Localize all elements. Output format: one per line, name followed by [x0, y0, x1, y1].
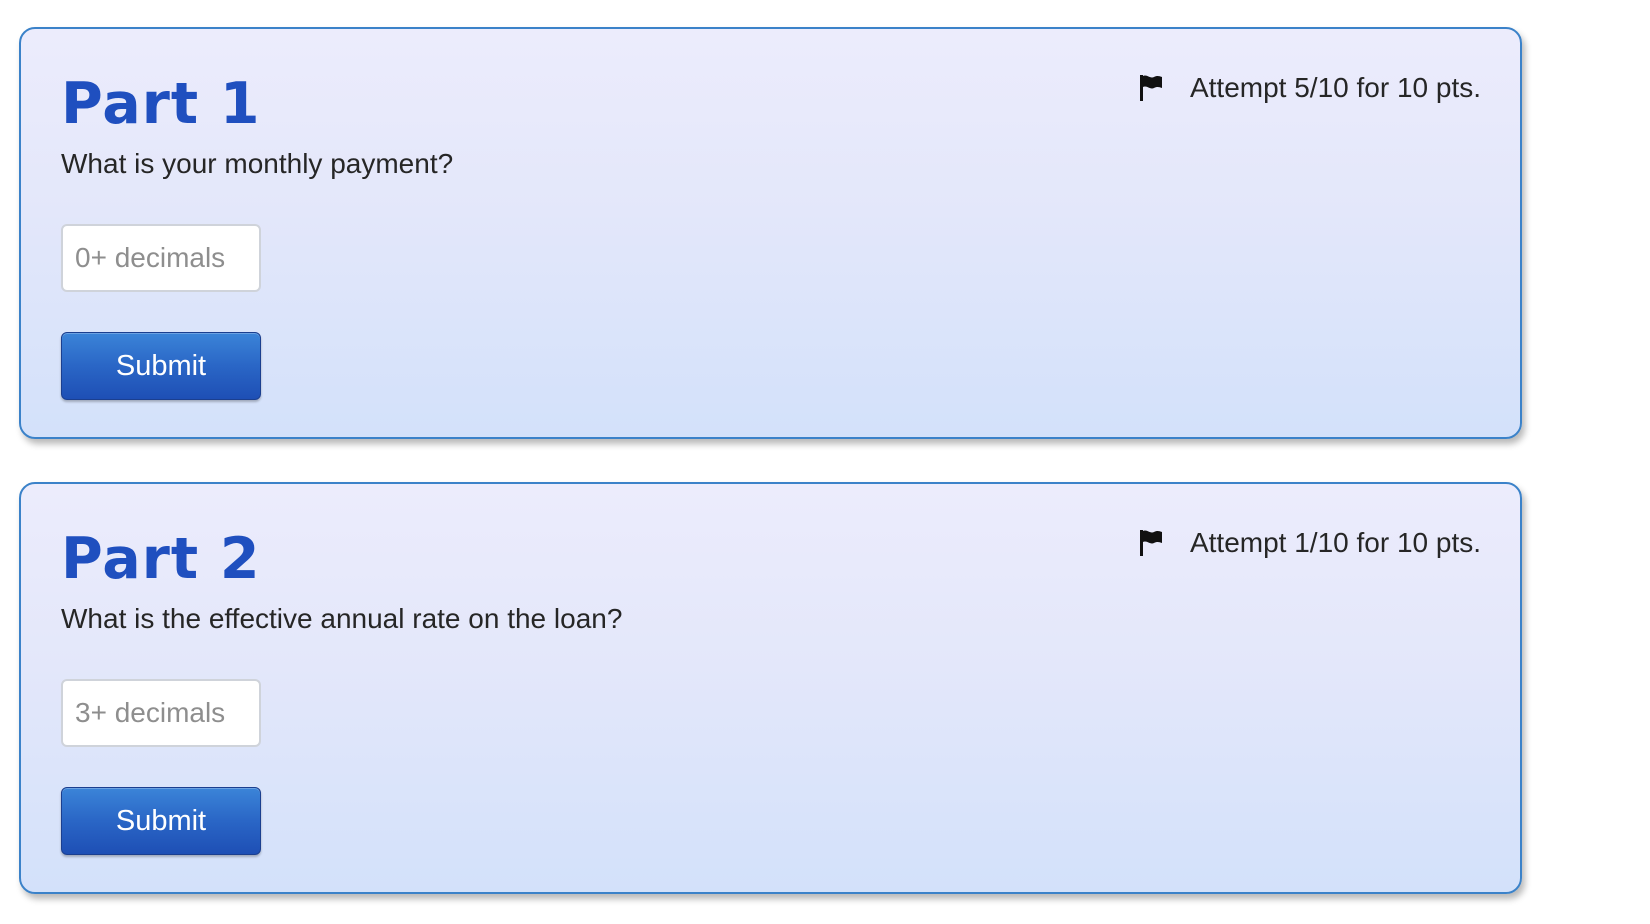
- flag-icon[interactable]: [1138, 73, 1164, 103]
- part-2-card: Part 2 Attempt 1/10 for 10 pts. What is …: [19, 482, 1522, 894]
- flag-icon[interactable]: [1138, 528, 1164, 558]
- part-1-attempt-text: Attempt 5/10 for 10 pts.: [1189, 72, 1481, 103]
- part-1-card: Part 1 Attempt 5/10 for 10 pts. What is …: [19, 27, 1522, 439]
- part-2-submit-button[interactable]: Submit: [61, 787, 261, 855]
- part-1-question: What is your monthly payment?: [61, 148, 454, 179]
- part-1-submit-button[interactable]: Submit: [61, 332, 261, 400]
- part-1-title: Part 1: [61, 71, 261, 137]
- part-2-question: What is the effective annual rate on the…: [61, 603, 623, 634]
- page: Part 1 Attempt 5/10 for 10 pts. What is …: [0, 0, 1650, 924]
- part-1-attempt-info: Attempt 5/10 for 10 pts.: [1138, 71, 1481, 105]
- part-1-answer-input[interactable]: [61, 224, 261, 292]
- part-2-attempt-text: Attempt 1/10 for 10 pts.: [1189, 527, 1481, 558]
- part-2-answer-input[interactable]: [61, 679, 261, 747]
- part-2-title: Part 2: [61, 526, 261, 592]
- part-2-attempt-info: Attempt 1/10 for 10 pts.: [1138, 526, 1481, 560]
